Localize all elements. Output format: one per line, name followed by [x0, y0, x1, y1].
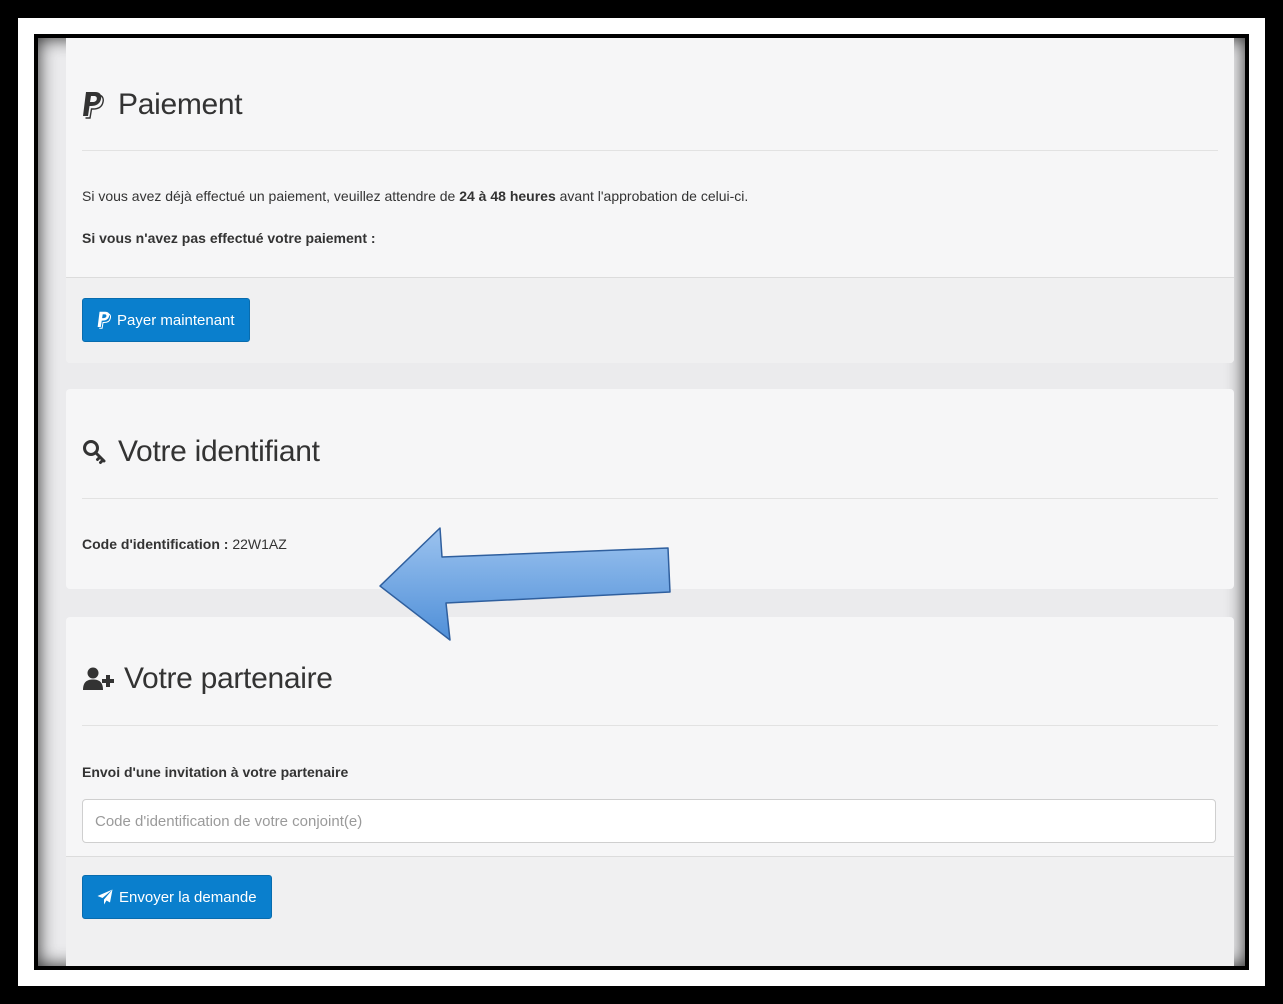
payment-divider	[82, 150, 1218, 151]
send-request-button[interactable]: Envoyer la demande	[82, 875, 272, 919]
identifier-divider	[82, 498, 1218, 499]
paper-plane-icon	[97, 889, 113, 905]
paypal-icon	[82, 90, 112, 120]
key-icon	[82, 437, 112, 467]
partner-panel: Votre partenaire Envoi d'une invitation …	[66, 617, 1234, 966]
payment-info-prefix: Si vous avez déjà effectué un paiement, …	[82, 188, 460, 204]
partner-footer: Envoyer la demande	[66, 856, 1234, 966]
screenshot-border: Paiement Si vous avez déjà effectué un p…	[34, 34, 1249, 970]
partner-title: Votre partenaire	[82, 662, 333, 696]
pay-now-button[interactable]: Payer maintenant	[82, 298, 250, 342]
payment-info-delay: 24 à 48 heures	[459, 188, 556, 204]
payment-panel: Paiement Si vous avez déjà effectué un p…	[66, 38, 1234, 363]
payment-title: Paiement	[82, 88, 243, 122]
partner-title-text: Votre partenaire	[124, 662, 333, 695]
paypal-icon	[97, 311, 111, 329]
code-value: 22W1AZ	[232, 536, 287, 552]
payment-info-suffix: avant l'approbation de celui-ci.	[555, 188, 749, 204]
screenshot-frame: Paiement Si vous avez déjà effectué un p…	[18, 18, 1265, 986]
payment-footer: Payer maintenant	[66, 277, 1234, 363]
add-user-icon	[82, 664, 118, 694]
identifier-title-text: Votre identifiant	[118, 435, 320, 468]
not-paid-label: Si vous n'avez pas effectué votre paieme…	[82, 230, 376, 246]
identification-code: Code d'identification : 22W1AZ	[82, 536, 287, 552]
identifier-title: Votre identifiant	[82, 435, 320, 469]
page: Paiement Si vous avez déjà effectué un p…	[38, 38, 1245, 966]
pay-now-label: Payer maintenant	[117, 311, 235, 329]
payment-info: Si vous avez déjà effectué un paiement, …	[82, 188, 748, 204]
payment-title-text: Paiement	[118, 88, 243, 121]
partner-code-input[interactable]	[82, 799, 1216, 843]
send-request-label: Envoyer la demande	[119, 888, 257, 906]
code-label: Code d'identification :	[82, 536, 229, 552]
invite-label: Envoi d'une invitation à votre partenair…	[82, 764, 349, 780]
partner-divider	[82, 725, 1218, 726]
annotation-arrow	[376, 524, 686, 659]
